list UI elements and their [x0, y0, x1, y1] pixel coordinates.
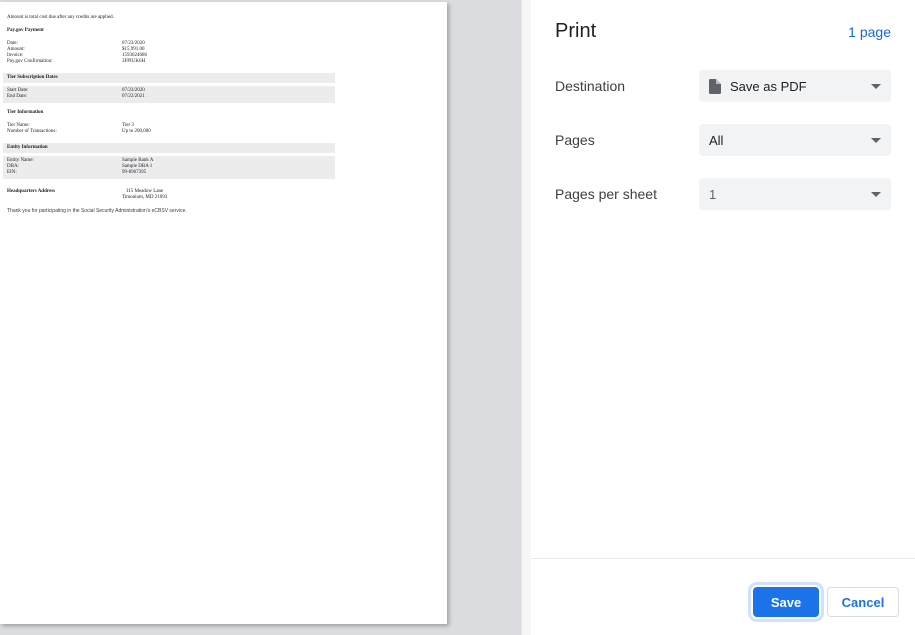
doc-intro-line: Amount is total cost due after any credi… — [7, 15, 114, 20]
doc-section-title: Entity Information — [3, 143, 335, 153]
doc-row: Number of Transactions: Up to 200,000 — [7, 129, 151, 134]
panel-footer: Save Cancel — [531, 558, 915, 635]
pages-label: Pages — [555, 132, 595, 148]
preview-scrollbar[interactable] — [521, 0, 531, 635]
page-title: Print — [555, 20, 597, 42]
pages-per-sheet-label: Pages per sheet — [555, 186, 657, 202]
panel-header: Print 1 page — [555, 20, 891, 43]
page-count-label: 1 page — [848, 24, 891, 40]
print-preview-area: Amount is total cost due after any credi… — [0, 0, 521, 635]
document-preview-page: Amount is total cost due after any credi… — [0, 2, 447, 624]
chevron-down-icon — [871, 191, 881, 197]
address-lines: 115 Meadow Lane Timonium, MD 21093 — [122, 189, 168, 200]
chevron-down-icon — [871, 83, 881, 89]
print-settings-panel: Print 1 page Destination Save as PDF Pag… — [531, 0, 915, 635]
doc-section-paygov: Pay.gov Payment Date: 07/23/2020 Amount:… — [3, 26, 335, 68]
doc-row: Pay.gov Confirmation: 3FPIUK6H — [7, 59, 146, 64]
doc-section-address: Headquarters Address 115 Meadow Lane Tim… — [3, 189, 335, 201]
destination-value: Save as PDF — [730, 78, 807, 94]
doc-section-entity: Entity Information Entity Name: Sample B… — [3, 143, 335, 179]
doc-section-tier-info: Tier Information Tier Name: Tier 3 Numbe… — [3, 108, 335, 138]
doc-row: EIN: 99-8967395 — [7, 170, 147, 175]
pages-value: All — [709, 132, 724, 148]
doc-section-title: Headquarters Address — [7, 189, 56, 194]
doc-section-title: Pay.gov Payment — [7, 28, 44, 33]
pages-per-sheet-value: 1 — [709, 186, 717, 202]
doc-section-title: Tier Subscription Dates — [3, 73, 335, 83]
pages-dropdown[interactable]: All — [699, 124, 891, 156]
doc-section-tier-dates: Tier Subscription Dates Start Date: 07/2… — [3, 73, 335, 103]
chevron-down-icon — [871, 137, 881, 143]
doc-section-title: Tier Information — [7, 110, 44, 115]
destination-label: Destination — [555, 78, 626, 94]
doc-footer-line: Thank you for participating in the Socia… — [7, 208, 187, 214]
destination-row: Destination Save as PDF — [555, 70, 891, 102]
pdf-file-icon — [709, 78, 721, 94]
pages-per-sheet-dropdown[interactable]: 1 — [699, 178, 891, 210]
destination-dropdown[interactable]: Save as PDF — [699, 70, 891, 102]
save-button[interactable]: Save — [753, 587, 819, 617]
doc-row: End Date: 07/22/2021 — [7, 94, 145, 99]
pages-row: Pages All — [555, 124, 891, 156]
pages-per-sheet-row: Pages per sheet 1 — [555, 178, 891, 210]
cancel-button[interactable]: Cancel — [827, 587, 899, 617]
